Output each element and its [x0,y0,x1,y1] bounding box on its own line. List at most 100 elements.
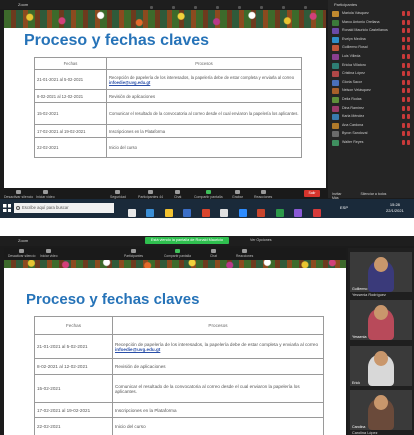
video-tile-name: Yessenia [352,335,367,339]
participant-row[interactable]: Guillermo Rosal [328,44,414,53]
participant-row[interactable]: Nelson Velásquez [328,87,414,96]
participant-face [374,395,388,410]
security-button[interactable]: Seguridad [110,190,126,199]
row-process: Comunicar el resultado de la convocatori… [112,374,324,403]
record-button[interactable]: Grabar [232,190,243,199]
video-caption: Carolina López [352,431,378,435]
record-icon [234,190,240,194]
participant-avatar [332,105,339,112]
participant-name: Cristina López [342,71,365,76]
participant-row[interactable]: Walter Reyes [328,139,414,148]
participant-row[interactable]: Delia Rodas [328,96,414,105]
participant-name: Evelyn Medina [342,36,366,41]
acrobat-icon[interactable] [312,209,321,217]
reactions-button[interactable]: Reacciones [236,249,253,258]
slide-title: Proceso y fechas claves [26,291,200,308]
video-button[interactable]: Iniciar video [36,190,55,199]
share-screen-icon [205,190,211,194]
microphone-icon [16,190,22,194]
unmute-button[interactable]: Desactivar silencio [4,190,33,199]
header-procesos: Procesos [112,316,324,335]
participant-row[interactable]: Evelyn Medina [328,36,414,45]
participant-face [374,351,388,366]
participant-avatar [332,96,339,103]
video-button[interactable]: Iniciar video [40,249,58,258]
zoom-icon[interactable] [238,209,247,217]
chat-icon [175,190,181,194]
participant-row[interactable]: Byron Sandoval [328,130,414,139]
participant-avatar [332,122,339,129]
onenote-icon[interactable] [294,209,303,217]
participant-row[interactable]: Marco Antonio Orellana [328,19,414,28]
video-off-icon [407,114,410,120]
muted-microphone-icon [402,114,405,120]
word-icon[interactable] [183,209,192,217]
table-row: 17-02-2021 al 19-02-2021 Inscripciones e… [34,402,324,418]
participant-avatar [332,88,339,95]
video-tile[interactable]: Erick [350,346,412,386]
end-meeting-button[interactable]: Salir [304,190,320,197]
participant-row[interactable]: Luis Villeda [328,53,414,62]
task-view-icon[interactable] [128,209,136,217]
share-screen-button[interactable]: Compartir pantalla [164,249,191,258]
taskbar-clock[interactable]: 15:28 22/1/2021 [386,202,404,214]
muted-microphone-icon [402,131,405,137]
bottom-screenshot: Zoom Está viendo la pantalla de Ronald M… [0,236,414,435]
powerpoint-icon[interactable] [257,209,266,217]
muted-microphone-icon [402,88,405,94]
video-tile[interactable]: Yessenia [350,300,412,340]
video-off-icon [407,62,410,68]
participant-name: Delia Rodas [342,96,362,101]
unmute-button[interactable]: Desactivar silencio [8,249,35,258]
table-row: 8-02-2021 al 12-02-2021 Revisión de apli… [34,89,302,103]
participant-name: Karla Méndez [342,114,365,119]
view-options-button[interactable]: Ver Opciones [250,238,272,242]
row-date: 22-02-2021 [34,137,107,158]
process-table: Fechas Procesos 21-01-2021 al 5-02-2021 … [34,316,324,435]
chat-button[interactable]: Chat [210,249,217,258]
video-off-icon [407,53,410,59]
reactions-button[interactable]: Reacciones [254,190,272,199]
excel-icon[interactable] [275,209,284,217]
video-tile[interactable]: Carolina [350,390,412,430]
participant-row[interactable]: Karla Méndez [328,113,414,122]
windows-start-icon[interactable] [3,204,11,212]
video-off-icon [407,122,410,128]
file-explorer-icon[interactable] [164,209,173,217]
slide-title: Proceso y fechas claves [24,32,210,49]
email-link[interactable]: infoedie@uvg.edu.gt [109,80,150,85]
edge-icon[interactable] [146,209,155,217]
share-screen-button[interactable]: Compartir pantalla [194,190,223,199]
participants-panel: Participantes Mariola Vásquez Marco Anton… [328,0,414,200]
participant-row[interactable]: Cristina López [328,70,414,79]
participant-row[interactable]: Ericka Villatoro [328,62,414,71]
video-off-icon [407,139,410,145]
shield-icon [115,190,121,194]
participant-avatar [332,114,339,121]
participants-button[interactable]: Participantes [124,249,143,258]
mute-all-button[interactable]: Silenciar a todos [361,192,387,196]
participant-row[interactable]: Dina Ramírez [328,105,414,114]
participant-row[interactable]: Ronald Mauricio Castellanos [328,27,414,36]
shared-slide: Proceso y fechas claves Fechas Procesos … [4,10,326,188]
video-tile[interactable]: Guillermo [350,252,412,292]
row-date: 22-02-2021 [34,417,113,435]
table-row: 22-02-2021 Inicio del curso [34,417,324,435]
chat-button[interactable]: Chat [174,190,181,199]
camera-icon [46,249,52,253]
chrome-icon[interactable] [201,209,210,217]
participant-row[interactable]: Gloria Sacor [328,79,414,88]
participant-row[interactable]: Mariola Vásquez [328,10,414,19]
taskbar-search-input[interactable]: Escribe aquí para buscar [14,203,114,213]
row-process: Revisión de aplicaciones [112,358,324,375]
table-header-row: Fechas Procesos [34,57,302,70]
participants-button[interactable]: Participantes 44 [138,190,163,199]
store-icon[interactable] [220,209,229,217]
header-fechas: Fechas [34,57,107,70]
muted-microphone-icon [402,122,405,128]
video-off-icon [407,45,410,51]
system-tray[interactable]: ESP [340,205,348,210]
table-row: 8-02-2021 al 12-02-2021 Revisión de apli… [34,358,324,375]
email-link[interactable]: infoedie@uvg.edu.gt [115,347,160,352]
participant-row[interactable]: Ana Cardona [328,122,414,131]
